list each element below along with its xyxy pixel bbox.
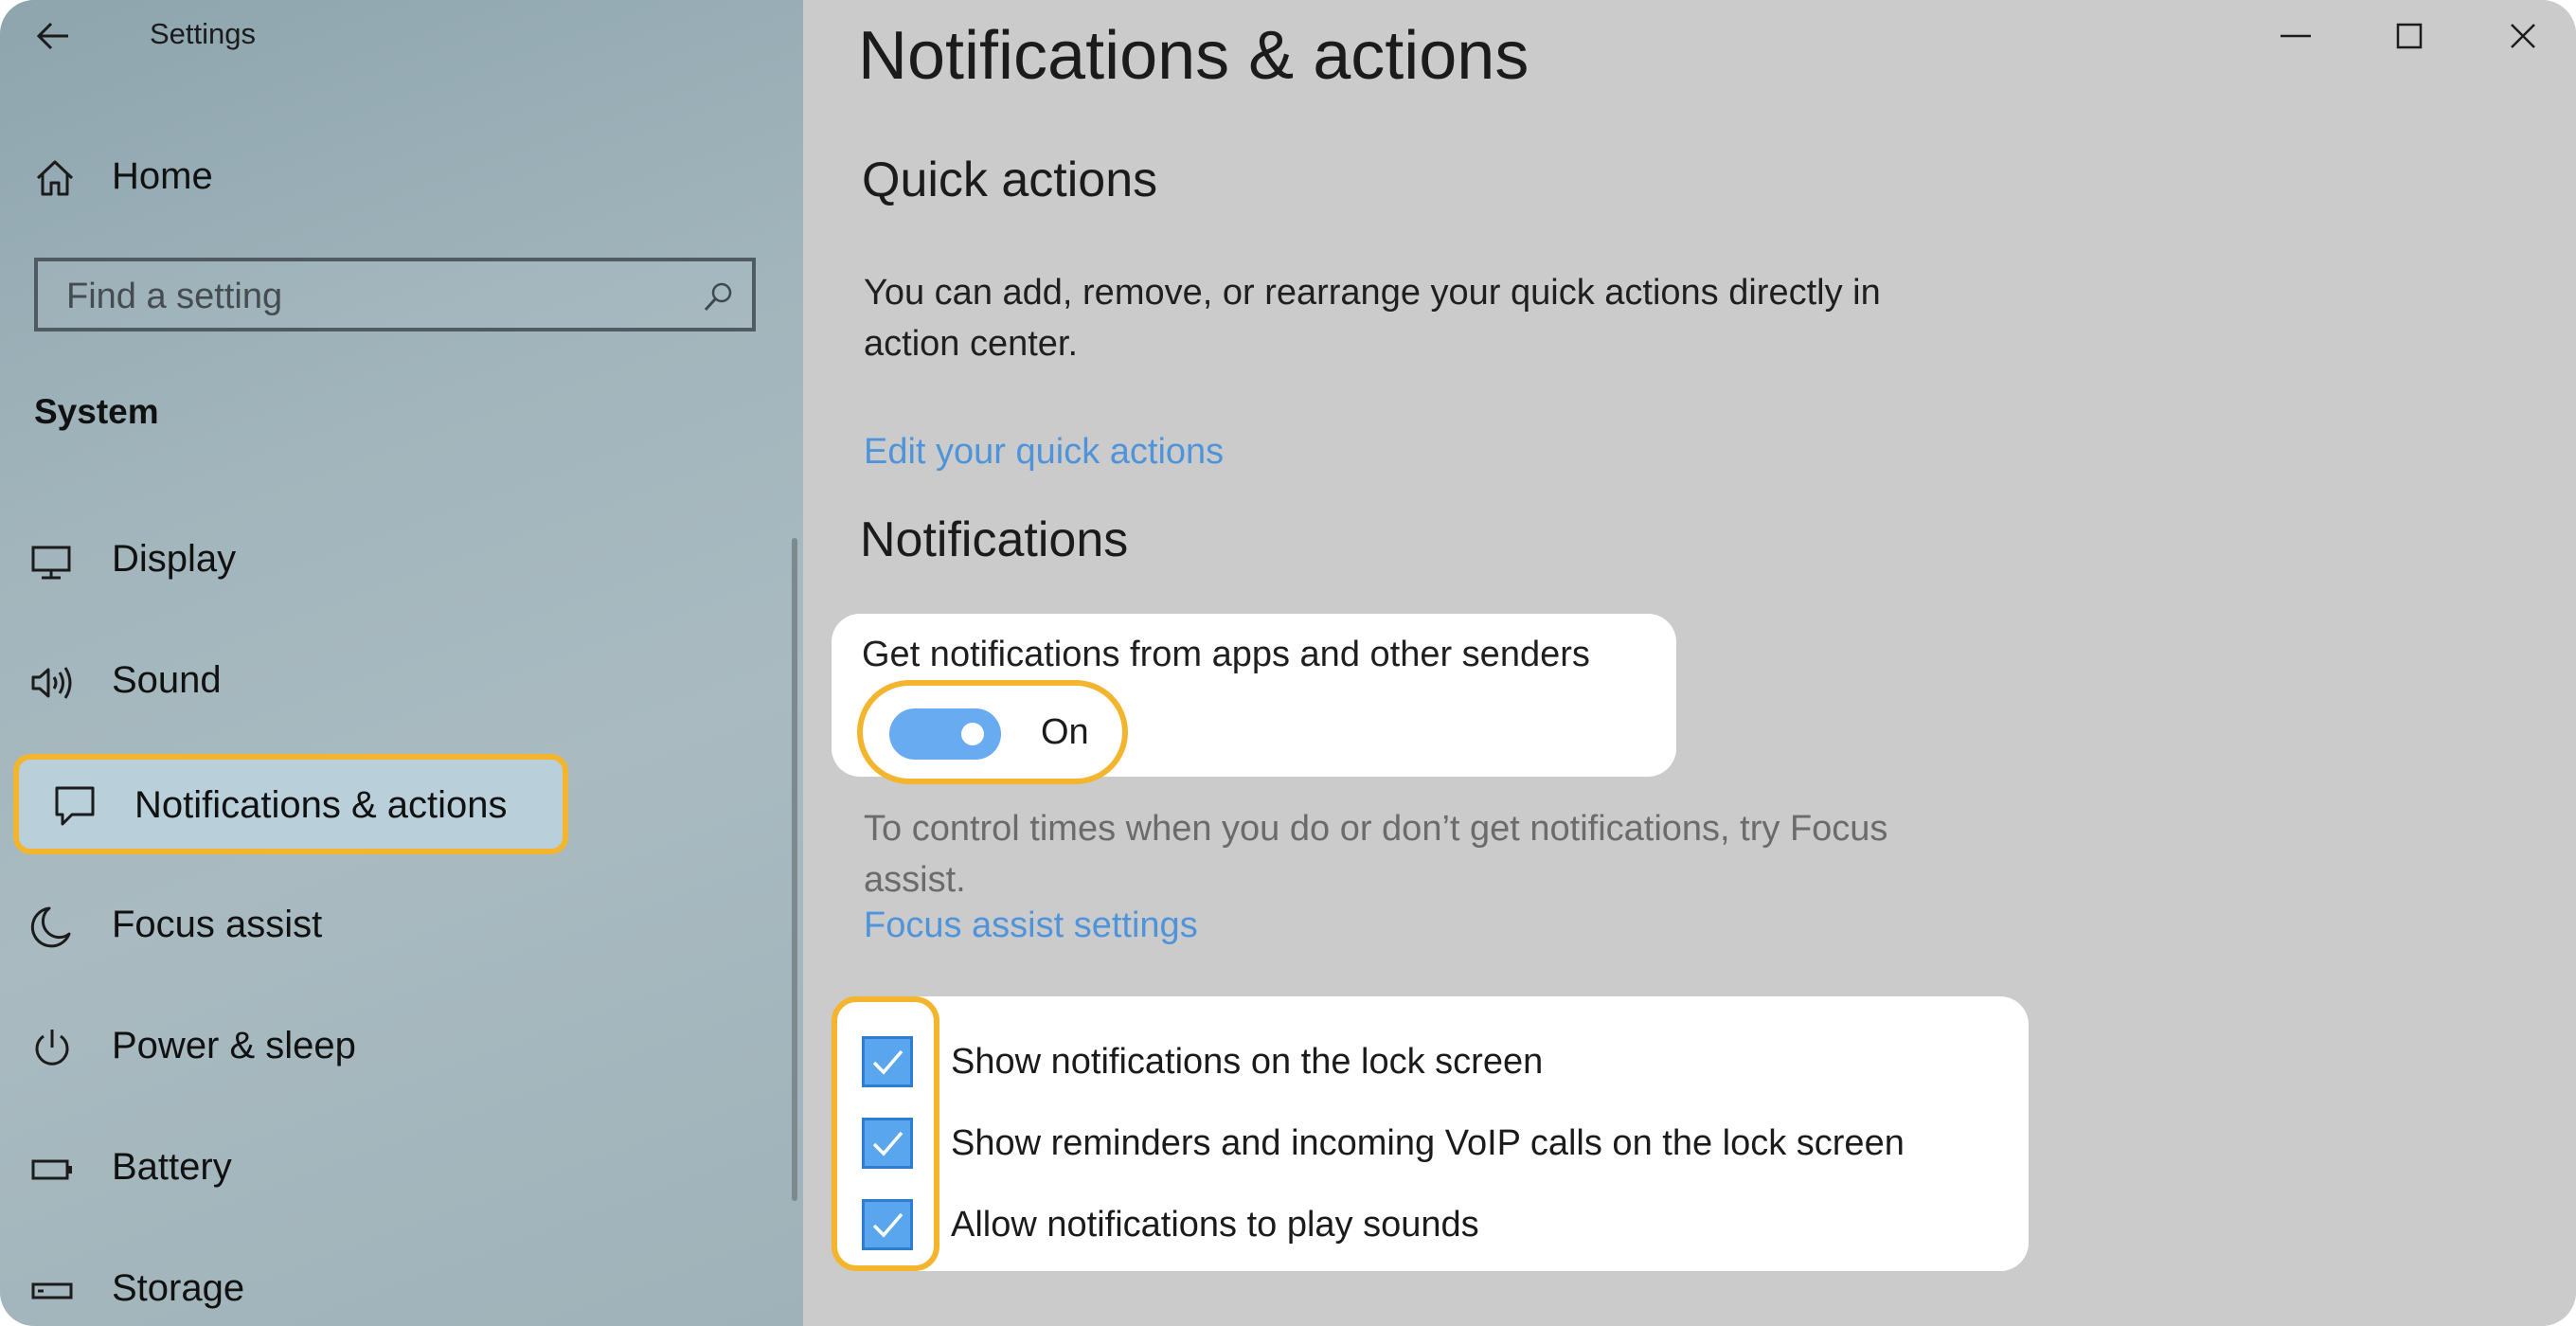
search-input[interactable] bbox=[64, 271, 684, 322]
moon-icon bbox=[30, 905, 74, 949]
power-icon bbox=[30, 1027, 74, 1070]
sidebar-item-label: Sound bbox=[112, 659, 222, 701]
sidebar-item-notifications[interactable]: Notifications & actions bbox=[13, 754, 568, 854]
message-icon bbox=[53, 784, 97, 828]
sidebar: Settings Home System Display Sound bbox=[0, 0, 803, 1326]
checkbox-row[interactable]: Show notifications on the lock screen bbox=[832, 1025, 2029, 1101]
checkbox-checked[interactable] bbox=[862, 1118, 913, 1169]
toggle-state-label: On bbox=[1041, 712, 1089, 752]
storage-icon bbox=[30, 1269, 74, 1313]
sidebar-item-label: Display bbox=[112, 538, 237, 580]
search-icon[interactable] bbox=[703, 280, 735, 313]
notifications-heading: Notifications bbox=[860, 512, 1129, 567]
notifications-toggle[interactable]: On bbox=[857, 680, 1128, 784]
sidebar-item-display[interactable]: Display bbox=[0, 504, 796, 618]
checkbox-checked[interactable] bbox=[862, 1199, 913, 1250]
focus-assist-settings-link[interactable]: Focus assist settings bbox=[864, 905, 1198, 946]
sidebar-scrollbar[interactable] bbox=[792, 538, 797, 1201]
sidebar-item-storage[interactable]: Storage bbox=[0, 1233, 796, 1326]
sidebar-item-label: Storage bbox=[112, 1267, 245, 1309]
speaker-icon bbox=[30, 661, 74, 705]
sidebar-item-label: Focus assist bbox=[112, 904, 323, 945]
quick-actions-description: You can add, remove, or rearrange your q… bbox=[864, 273, 1881, 364]
sidebar-item-battery[interactable]: Battery bbox=[0, 1112, 796, 1226]
quick-actions-heading: Quick actions bbox=[862, 152, 1158, 207]
notifications-toggle-label: Get notifications from apps and other se… bbox=[862, 635, 1590, 674]
checkbox-label: Show reminders and incoming VoIP calls o… bbox=[951, 1123, 1905, 1163]
checkbox-checked[interactable] bbox=[862, 1036, 913, 1087]
sidebar-item-label: Power & sleep bbox=[112, 1025, 356, 1066]
edit-quick-actions-link[interactable]: Edit your quick actions bbox=[864, 432, 1224, 473]
checkbox-row[interactable]: Show reminders and incoming VoIP calls o… bbox=[832, 1106, 2029, 1182]
notifications-toggle-card: Get notifications from apps and other se… bbox=[832, 614, 1676, 784]
sidebar-item-sound[interactable]: Sound bbox=[0, 625, 796, 739]
maximize-icon[interactable] bbox=[2387, 13, 2432, 59]
close-icon[interactable] bbox=[2500, 13, 2546, 59]
sidebar-item-focus-assist[interactable]: Focus assist bbox=[0, 869, 796, 983]
checkbox-row[interactable]: Allow notifications to play sounds bbox=[832, 1188, 2029, 1263]
checkbox-label: Show notifications on the lock screen bbox=[951, 1042, 1544, 1082]
checkbox-label: Allow notifications to play sounds bbox=[951, 1205, 1479, 1245]
toggle-knob bbox=[961, 723, 984, 745]
search-box[interactable] bbox=[34, 258, 756, 332]
monitor-icon bbox=[30, 540, 74, 583]
toggle-track[interactable] bbox=[889, 708, 1001, 760]
focus-assist-hint: To control times when you do or don’t ge… bbox=[864, 809, 1888, 900]
section-heading-system: System bbox=[34, 392, 159, 431]
page-title: Notifications & actions bbox=[858, 18, 1530, 94]
app-title: Settings bbox=[150, 17, 257, 50]
lock-screen-options-card: Show notifications on the lock screen Sh… bbox=[832, 996, 2029, 1271]
sidebar-item-label: Battery bbox=[112, 1146, 232, 1188]
sidebar-item-label: Notifications & actions bbox=[134, 784, 508, 826]
battery-icon bbox=[30, 1148, 74, 1192]
main-content: Notifications & actions Quick actions Yo… bbox=[803, 0, 2576, 1326]
home-link[interactable]: Home bbox=[112, 155, 213, 198]
sidebar-item-power-sleep[interactable]: Power & sleep bbox=[0, 991, 796, 1104]
settings-window: Settings Home System Display Sound bbox=[0, 0, 2576, 1326]
minimize-icon[interactable] bbox=[2273, 13, 2318, 59]
home-icon[interactable] bbox=[34, 157, 76, 199]
back-arrow-icon[interactable] bbox=[34, 17, 72, 55]
